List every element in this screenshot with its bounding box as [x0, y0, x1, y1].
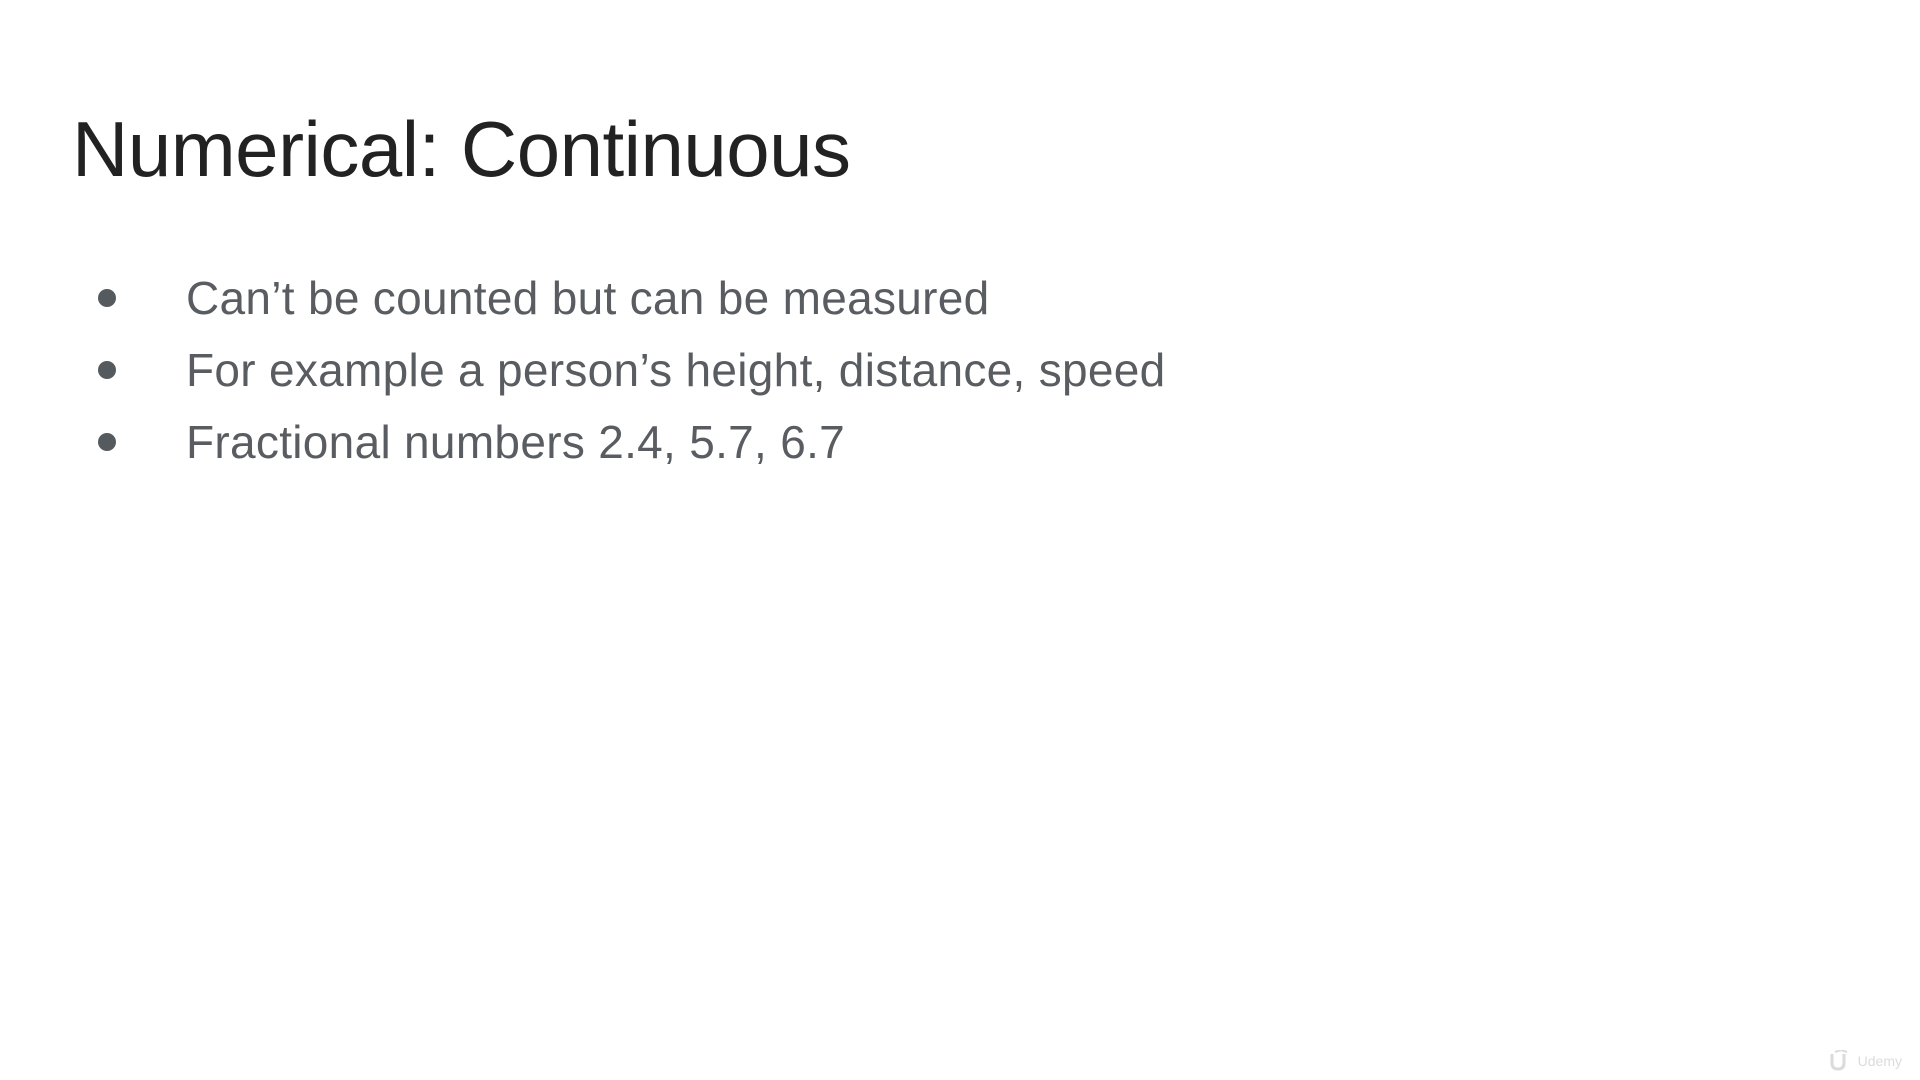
bullet-list: Can’t be counted but can be measured For… [90, 262, 1166, 478]
slide: Numerical: Continuous Can’t be counted b… [0, 0, 1920, 1080]
bullet-text: For example a person’s height, distance,… [186, 344, 1166, 396]
slide-title: Numerical: Continuous [72, 105, 851, 193]
bullet-dot-icon [98, 361, 116, 379]
udemy-watermark: Udemy [1829, 1050, 1902, 1072]
bullet-dot-icon [98, 433, 116, 451]
list-item: For example a person’s height, distance,… [90, 334, 1166, 406]
bullet-text: Fractional numbers 2.4, 5.7, 6.7 [186, 416, 846, 468]
udemy-logo-icon [1830, 1050, 1847, 1071]
watermark-text: Udemy [1857, 1053, 1902, 1069]
bullet-text: Can’t be counted but can be measured [186, 272, 990, 324]
list-item: Fractional numbers 2.4, 5.7, 6.7 [90, 406, 1166, 478]
bullet-dot-icon [98, 289, 116, 307]
list-item: Can’t be counted but can be measured [90, 262, 1166, 334]
